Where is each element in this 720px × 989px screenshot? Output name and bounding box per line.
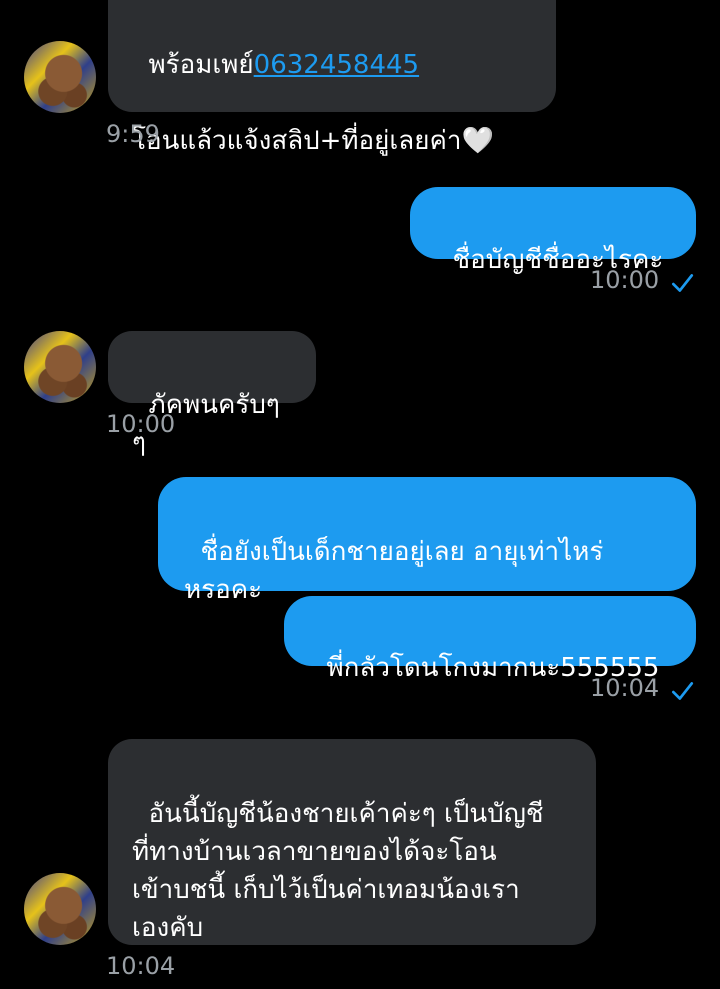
outgoing-message-1[interactable]: ชื่อบัญชีชื่ออะไรคะ [410,187,696,275]
incoming-message-3[interactable]: อันนี้บัญชีน้องชายเค้าค่ะๆ เป็นบัญชี ที่… [108,739,596,945]
outgoing-message-2[interactable]: ชื่อยังเป็นเด็กชายอยู่เลย อายุเท่าไหร่ ห… [158,477,696,605]
message-text: โอนแล้วแจ้งสลิป+ที่อยู่เลยค่า🤍 [132,126,494,156]
message-text-prefix: พร้อมเพย์ [148,50,254,80]
outgoing-message-3[interactable]: พี่กลัวโดนโกงมากนะ555555 [284,596,696,683]
message-text: ชื่อยังเป็นเด็กชายอยู่เลย อายุเท่าไหร่ ห… [184,537,604,605]
contact-avatar[interactable] [24,331,96,403]
contact-avatar[interactable] [24,41,96,113]
checkmark-icon [671,274,694,292]
timestamp: 10:04 [106,952,176,980]
timestamp: 10:00 [590,266,660,294]
incoming-message-1[interactable]: พร้อมเพย์0632458445 โอนแล้วแจ้งสลิป+ที่อ… [108,0,556,156]
phone-link[interactable]: 0632458445 [254,50,419,80]
contact-avatar[interactable] [24,873,96,945]
timestamp: 10:04 [590,674,660,702]
timestamp: 9:59 [106,120,160,148]
timestamp: 10:00 [106,410,176,438]
message-text: อันนี้บัญชีน้องชายเค้าค่ะๆ เป็นบัญชี ที่… [132,799,544,943]
incoming-message-2[interactable]: ภัคพนครับๆๆ [108,331,316,458]
checkmark-icon [671,682,694,700]
